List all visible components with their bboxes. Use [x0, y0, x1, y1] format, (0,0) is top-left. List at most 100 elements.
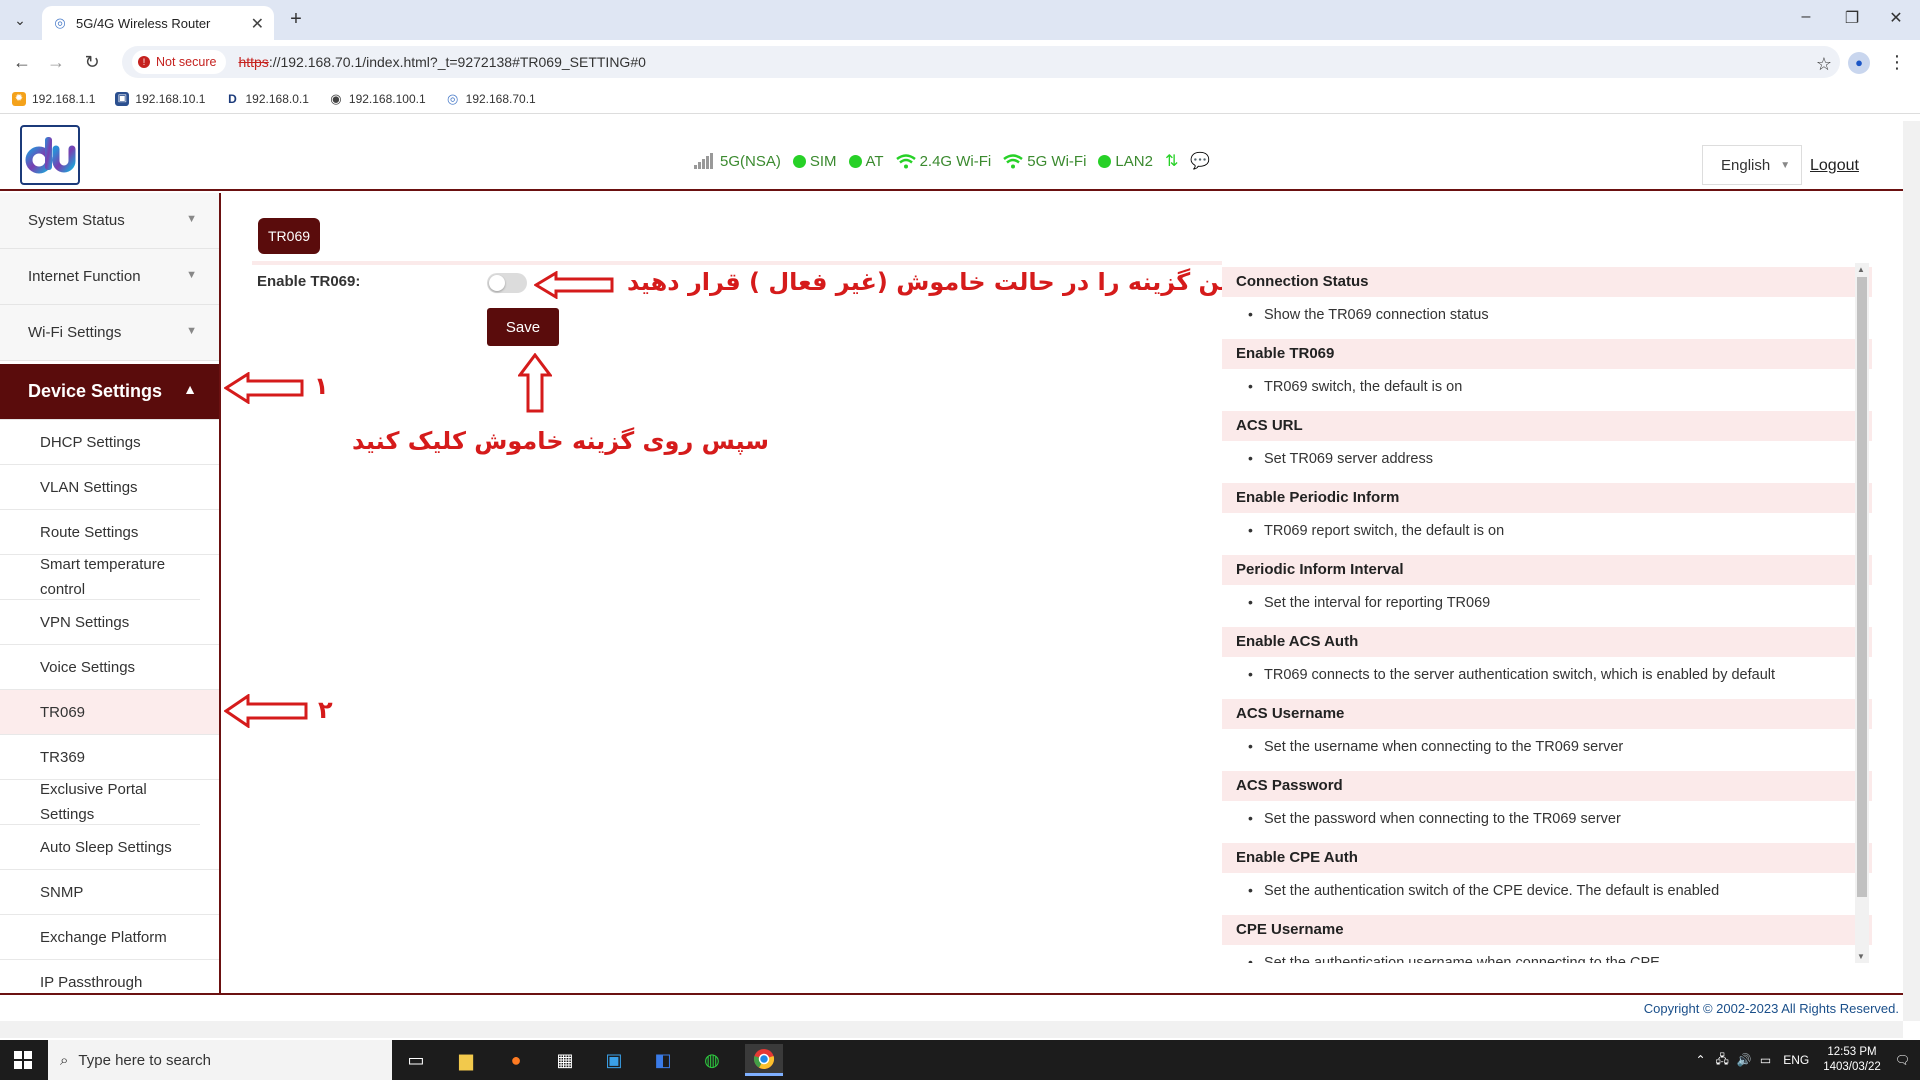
- help-item-title: CPE Username: [1222, 915, 1872, 945]
- help-item-title: Enable ACS Auth: [1222, 627, 1872, 657]
- control-panel-icon[interactable]: ▣: [598, 1044, 630, 1076]
- window-close-icon[interactable]: ✕: [1876, 8, 1916, 28]
- sidebar-group-wifi-settings[interactable]: Wi-Fi Settings ▼: [0, 305, 219, 361]
- enable-tr069-toggle[interactable]: [487, 273, 527, 293]
- sidebar-item-auto-sleep[interactable]: Auto Sleep Settings: [0, 825, 219, 870]
- annotation-arrow-left-icon: [534, 271, 614, 299]
- router-favicon-icon: ✹: [12, 91, 26, 106]
- minimize-icon[interactable]: –: [1786, 8, 1826, 26]
- sidebar-item-tr369[interactable]: TR369: [0, 735, 219, 780]
- restore-icon[interactable]: ❐: [1832, 8, 1872, 28]
- sidebar-item-dhcp[interactable]: DHCP Settings: [0, 420, 219, 465]
- bookmark-item[interactable]: ▣ 192.168.10.1: [115, 91, 206, 106]
- browser-tab[interactable]: ◎ 5G/4G Wireless Router ✕: [42, 6, 274, 40]
- bookmark-item[interactable]: D 192.168.0.1: [225, 91, 309, 106]
- sidebar-group-device-settings[interactable]: Device Settings ▲: [0, 364, 219, 420]
- tray-chevron-up-icon[interactable]: ⌃: [1695, 1053, 1705, 1067]
- message-icon[interactable]: 💬: [1190, 151, 1210, 171]
- bookmark-label: 192.168.70.1: [465, 91, 536, 106]
- not-secure-badge[interactable]: ! Not secure: [132, 50, 227, 74]
- help-item-desc: Set the username when connecting to the …: [1222, 729, 1872, 767]
- tab-title: 5G/4G Wireless Router: [76, 15, 211, 31]
- lan-status: LAN2: [1098, 153, 1153, 170]
- taskbar-search-input[interactable]: ⌕ Type here to search: [48, 1040, 392, 1080]
- signal-status: 5G(NSA): [694, 153, 781, 170]
- reload-icon[interactable]: ↻: [80, 50, 104, 74]
- sidebar-item-tr069[interactable]: TR069: [0, 690, 219, 735]
- router-favicon-icon: ◎: [445, 90, 460, 106]
- help-scrollbar[interactable]: ▲ ▼: [1855, 263, 1869, 963]
- page-scrollbar[interactable]: [1903, 121, 1920, 1021]
- at-label: AT: [865, 152, 884, 170]
- help-list: Connection StatusShow the TR069 connecti…: [1222, 267, 1872, 963]
- search-icon: ⌕: [60, 1051, 69, 1069]
- sidebar-item-route[interactable]: Route Settings: [0, 510, 219, 555]
- sidebar-group-internet-function[interactable]: Internet Function ▼: [0, 249, 219, 305]
- bookmark-item[interactable]: ◉ 192.168.100.1: [328, 91, 426, 106]
- address-bar[interactable]: ! Not secure https://192.168.70.1/index.…: [122, 46, 1840, 78]
- bookmark-label: 192.168.10.1: [135, 91, 206, 106]
- network-icon[interactable]: 🖧: [1716, 1050, 1729, 1071]
- file-explorer-icon[interactable]: ▆: [450, 1044, 482, 1076]
- save-button[interactable]: Save: [487, 308, 559, 346]
- enable-tr069-label: Enable TR069:: [257, 273, 361, 290]
- sidebar-group-label: Internet Function: [28, 268, 141, 285]
- forward-arrow-icon[interactable]: →: [44, 50, 68, 74]
- store-icon[interactable]: ◧: [647, 1044, 679, 1076]
- whatsapp-icon[interactable]: ◍: [696, 1044, 728, 1076]
- task-view-icon[interactable]: ▭: [400, 1044, 432, 1076]
- sidebar-item-vlan[interactable]: VLAN Settings: [0, 465, 219, 510]
- sidebar-item-snmp[interactable]: SNMP: [0, 870, 219, 915]
- scrollbar-thumb[interactable]: [1857, 277, 1867, 897]
- volume-icon[interactable]: 🔊: [1737, 1053, 1752, 1067]
- sidebar-item-voice[interactable]: Voice Settings: [0, 645, 219, 690]
- language-select[interactable]: English ▼: [1702, 145, 1802, 185]
- logout-link[interactable]: Logout: [1810, 157, 1859, 175]
- horizontal-scrollbar[interactable]: [0, 1021, 1903, 1038]
- calculator-icon[interactable]: ▦: [549, 1044, 581, 1076]
- profile-avatar-icon[interactable]: ●: [1848, 52, 1870, 74]
- url-scheme: https: [238, 54, 269, 70]
- sidebar-item-exclusive-portal[interactable]: Exclusive Portal Settings: [0, 780, 200, 825]
- language-label: English: [1721, 156, 1771, 174]
- tab-close-icon[interactable]: ✕: [251, 14, 264, 34]
- scroll-up-icon[interactable]: ▲: [1857, 265, 1865, 274]
- warning-icon: !: [138, 56, 150, 68]
- battery-icon[interactable]: ▭: [1760, 1053, 1771, 1067]
- back-arrow-icon[interactable]: ←: [10, 50, 34, 74]
- copyright-text: Copyright © 2002-2023 All Rights Reserve…: [1643, 1001, 1899, 1016]
- du-logo: [20, 125, 80, 185]
- url-path: ://192.168.70.1/index.html?_t=9272138#TR…: [268, 54, 646, 70]
- browser-menu-icon[interactable]: ⋮: [1888, 52, 1906, 73]
- connection-status-bar: 5G(NSA) SIM AT 2.4G Wi-Fi 5G Wi-Fi LAN2 …: [694, 151, 1222, 171]
- new-tab-plus-icon[interactable]: +: [284, 8, 308, 31]
- tab-search-chevron-icon[interactable]: ⌄: [8, 9, 32, 31]
- annotation-save-instruction: سپس روی گزینه خاموش کلیک کنید: [352, 427, 769, 455]
- scroll-down-icon[interactable]: ▼: [1857, 952, 1865, 961]
- windows-start-icon[interactable]: [0, 1040, 46, 1080]
- wifi24-label: 2.4G Wi-Fi: [919, 152, 992, 170]
- sidebar-item-vpn[interactable]: VPN Settings: [0, 600, 219, 645]
- chevron-down-icon: ▼: [186, 213, 197, 225]
- firefox-icon[interactable]: ●: [500, 1044, 532, 1076]
- data-transfer-icon: ⇅: [1164, 153, 1179, 170]
- sidebar-group-system-status[interactable]: System Status ▼: [0, 193, 219, 249]
- input-language[interactable]: ENG: [1783, 1053, 1809, 1067]
- sidebar-item-smart-temperature[interactable]: Smart temperature control: [0, 555, 200, 600]
- bookmark-star-icon[interactable]: ☆: [1816, 54, 1832, 75]
- sidebar-item-exchange-platform[interactable]: Exchange Platform: [0, 915, 219, 960]
- help-item-title: Periodic Inform Interval: [1222, 555, 1872, 585]
- help-item-desc: TR069 switch, the default is on: [1222, 369, 1872, 407]
- bookmark-label: 192.168.1.1: [32, 91, 96, 106]
- help-item-title: Enable CPE Auth: [1222, 843, 1872, 873]
- bookmark-label: 192.168.100.1: [348, 91, 426, 106]
- sidebar-item-ip-passthrough[interactable]: IP Passthrough: [0, 960, 219, 993]
- bookmark-item[interactable]: ◎ 192.168.70.1: [445, 90, 536, 106]
- chrome-icon[interactable]: [745, 1044, 783, 1076]
- taskbar-clock[interactable]: 12:53 PM 1403/03/22: [1823, 1045, 1881, 1075]
- help-item-title: Connection Status: [1222, 267, 1872, 297]
- notification-icon[interactable]: 🗨: [1895, 1053, 1910, 1067]
- help-item-title: ACS Password: [1222, 771, 1872, 801]
- help-item-desc: TR069 connects to the server authenticat…: [1222, 657, 1872, 695]
- bookmark-item[interactable]: ✹ 192.168.1.1: [12, 91, 96, 106]
